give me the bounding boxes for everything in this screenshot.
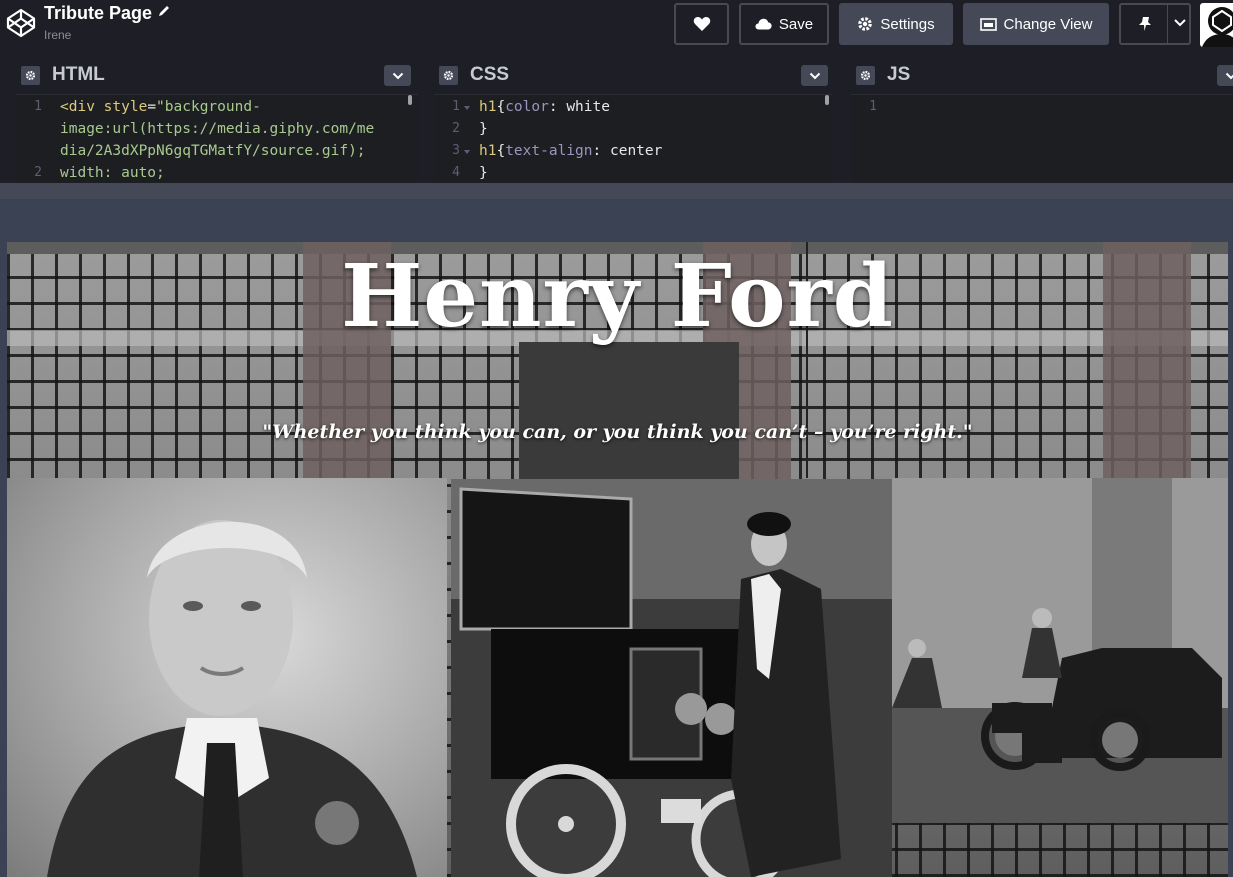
pen-owner[interactable]: Irene (44, 28, 71, 42)
html-editor-header: HTML (16, 57, 418, 95)
save-button[interactable]: Save (739, 3, 829, 45)
code-line: width: auto; (60, 165, 165, 181)
preview-frame: Henry Ford "Whether you think you can, o… (7, 242, 1228, 877)
chevron-down-icon (1225, 72, 1233, 79)
pin-icon (1139, 17, 1151, 31)
model-t-street-image (892, 478, 1228, 823)
henry-ford-portrait-image (7, 478, 447, 877)
settings-button-label: Settings (880, 15, 935, 33)
js-collapse-button[interactable] (1217, 65, 1233, 86)
settings-button[interactable]: Settings (839, 3, 953, 45)
pen-title[interactable]: Tribute Page (44, 3, 171, 24)
street-illustration (892, 478, 1228, 823)
chevron-down-icon (809, 72, 820, 79)
pencil-icon[interactable] (157, 4, 171, 18)
pin-button[interactable] (1119, 3, 1191, 45)
save-button-label: Save (778, 15, 814, 33)
css-editor-pane: CSS 1 2 3 4 h1{color: white } h1{text-al… (434, 57, 832, 183)
css-code-editor[interactable]: 1 2 3 4 h1{color: white } h1{text-align:… (434, 95, 832, 183)
editor-area: HTML 1 2 <div style="background- image:u… (0, 57, 1233, 183)
line-number: 1 (34, 99, 42, 114)
top-bar: Tribute Page Irene Save Settings Change … (0, 0, 1233, 57)
css-editor-header: CSS (434, 57, 832, 95)
user-avatar[interactable] (1200, 3, 1233, 47)
change-view-button[interactable]: Change View (963, 3, 1109, 45)
js-editor-title: JS (887, 64, 911, 85)
car-illustration (451, 479, 892, 877)
js-settings-button[interactable] (856, 66, 875, 85)
chevron-down-icon (392, 72, 403, 79)
code-line: image:url(https://media.giphy.com/me (60, 121, 375, 137)
quote-text: "Whether you think you can, or you think… (262, 421, 973, 443)
fold-arrow-icon[interactable] (464, 150, 470, 154)
line-number: 3 (452, 143, 460, 158)
portrait-illustration (47, 520, 417, 877)
html-scrollbar[interactable] (408, 95, 412, 105)
fold-arrow-icon[interactable] (464, 106, 470, 110)
gear-icon (443, 70, 454, 81)
css-settings-button[interactable] (439, 66, 458, 85)
page-heading: Henry Ford (341, 246, 894, 347)
pen-title-text[interactable]: Tribute Page (44, 3, 152, 23)
line-number: 1 (452, 99, 460, 114)
gear-icon (858, 17, 873, 31)
html-settings-button[interactable] (21, 66, 40, 85)
html-editor-title: HTML (52, 64, 105, 85)
code-line: dia/2A3dXPpN6gqTGMatfY/source.gif); (60, 143, 366, 159)
henry-ford-with-car-image (451, 479, 892, 877)
code-line: <div style="background- (60, 99, 261, 115)
html-collapse-button[interactable] (384, 65, 411, 86)
love-button[interactable] (674, 3, 729, 45)
chevron-down-icon[interactable] (1173, 18, 1187, 28)
code-line: h1{text-align: center (479, 143, 663, 159)
js-editor-header: JS (851, 57, 1233, 95)
codepen-logo-icon[interactable] (5, 7, 37, 39)
code-line: } (479, 165, 488, 181)
avatar-logo-icon (1202, 7, 1233, 47)
code-line: h1{color: white (479, 99, 610, 115)
heart-icon (693, 17, 710, 31)
js-editor-pane: JS 1 (851, 57, 1233, 183)
js-code-editor[interactable]: 1 (851, 95, 1233, 183)
layout-icon (979, 17, 997, 31)
cloud-icon (755, 18, 772, 30)
line-number: 2 (34, 165, 42, 180)
html-editor-pane: HTML 1 2 <div style="background- image:u… (16, 57, 418, 183)
css-editor-title: CSS (470, 64, 510, 85)
line-number: 1 (869, 99, 877, 114)
gear-icon (860, 70, 871, 81)
css-collapse-button[interactable] (801, 65, 828, 86)
editor-resize-handle[interactable] (0, 183, 1233, 200)
html-code-editor[interactable]: 1 2 <div style="background- image:url(ht… (16, 95, 418, 183)
gear-icon (25, 70, 36, 81)
change-view-button-label: Change View (1003, 15, 1093, 33)
pin-divider (1167, 5, 1168, 43)
css-scrollbar[interactable] (825, 95, 829, 105)
line-number: 4 (452, 165, 460, 180)
code-line: } (479, 121, 488, 137)
line-number: 2 (452, 121, 460, 136)
